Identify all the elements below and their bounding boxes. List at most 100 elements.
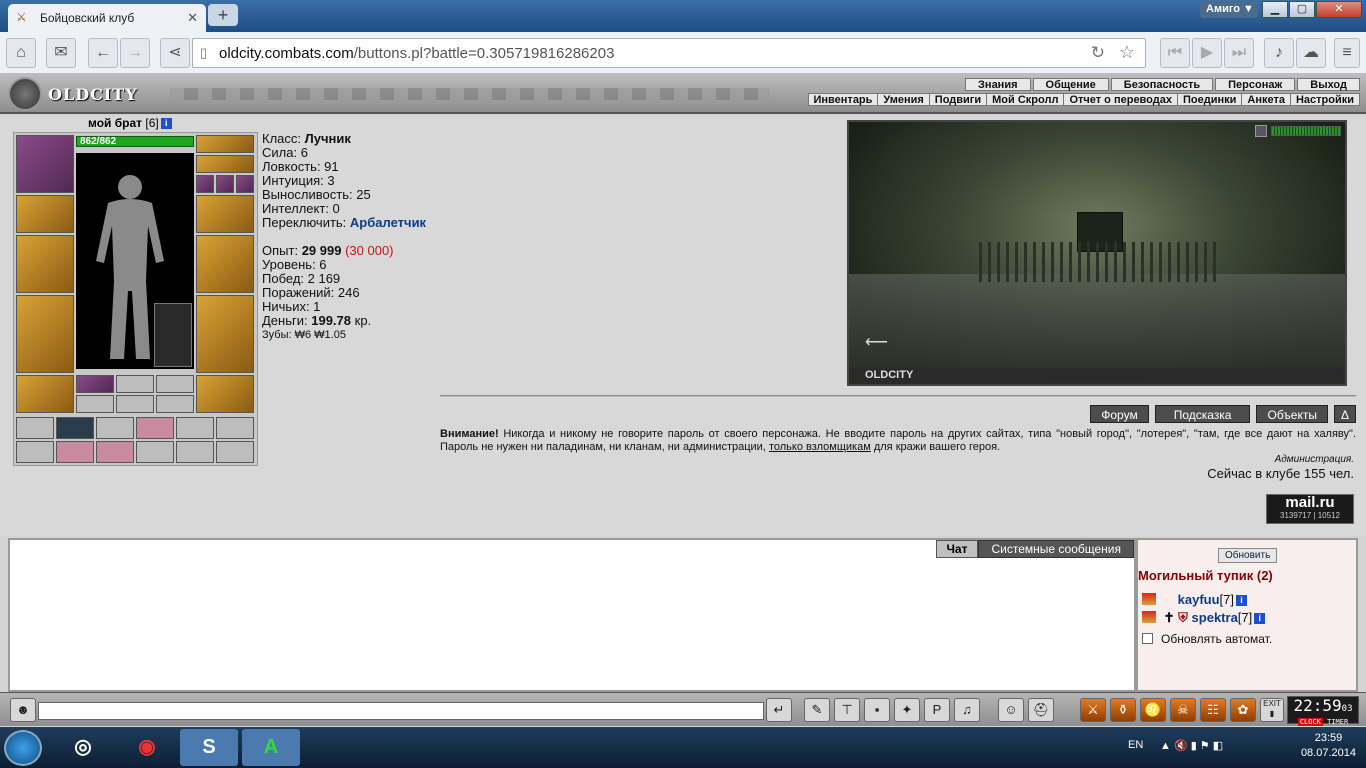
ring-slot-2[interactable] — [116, 375, 154, 393]
hackers-link[interactable]: только взломщикам — [769, 441, 871, 453]
objects-button[interactable]: Объекты — [1256, 405, 1328, 423]
home-icon[interactable]: ⌂ — [6, 38, 36, 68]
submenu-skills[interactable]: Умения — [878, 94, 930, 106]
vpn-app-icon[interactable]: ◎ — [54, 729, 112, 766]
submenu-battles[interactable]: Поединки — [1178, 94, 1243, 106]
sound-icon[interactable]: ♫ — [954, 698, 980, 722]
ring-small-2[interactable] — [216, 175, 234, 193]
scroll-slot-1[interactable] — [16, 417, 54, 439]
mail-icon[interactable]: ✉ — [46, 38, 76, 68]
mailru-counter[interactable]: mail.ru 3139717 | 10512 — [1266, 494, 1354, 524]
gloves-slot[interactable] — [196, 195, 254, 233]
hint-button[interactable]: Подсказка — [1154, 405, 1251, 423]
auto-refresh-checkbox[interactable] — [1142, 633, 1153, 644]
scroll-slot-7[interactable] — [16, 441, 54, 463]
scroll-slot-12[interactable] — [216, 441, 254, 463]
tab-system-messages[interactable]: Системные сообщения — [978, 540, 1134, 558]
address-bar[interactable]: ▯ oldcity.combats.com/buttons.pl?battle=… — [192, 38, 1146, 68]
weapon-slot[interactable] — [16, 235, 74, 293]
character-name[interactable]: мой брат [6] i — [88, 116, 172, 130]
scroll-slot-4[interactable] — [136, 417, 174, 439]
tray-icons[interactable]: ▲ 🔇 ▮ ⚑ ◧ — [1160, 739, 1223, 752]
scroll-slot-10[interactable] — [136, 441, 174, 463]
prev-track-icon[interactable]: ⏮ — [1160, 38, 1190, 68]
play-icon[interactable]: ▶ — [1192, 38, 1222, 68]
scroll-slot-9[interactable] — [96, 441, 134, 463]
potion-icon[interactable]: ⚱ — [1110, 698, 1136, 722]
save-log-icon[interactable]: ▪ — [864, 698, 890, 722]
pet-icon[interactable]: ✿ — [1230, 698, 1256, 722]
user-item[interactable]: kayfuu[7] i — [1142, 592, 1247, 607]
amigo-app-icon[interactable]: A — [242, 729, 300, 766]
user-badge[interactable]: Амиго ▼ — [1200, 1, 1258, 18]
exit-button[interactable]: EXIT ▮ — [1260, 698, 1284, 722]
music-icon[interactable]: ♪ — [1264, 38, 1294, 68]
info-icon[interactable]: i — [1236, 595, 1247, 606]
tab-chat[interactable]: Чат — [935, 540, 979, 558]
minimize-icon[interactable]: ▁ — [1262, 1, 1288, 18]
scroll-slot-11[interactable] — [176, 441, 214, 463]
forum-button[interactable]: Форум — [1090, 405, 1149, 423]
chat-bubbles-icon[interactable]: ☁ — [1296, 38, 1326, 68]
legs-slot[interactable] — [196, 295, 254, 373]
auto-refresh-option[interactable]: Обновлять автомат. — [1142, 632, 1272, 646]
rune-slot-1[interactable] — [76, 395, 114, 413]
switch-class-link[interactable]: Арбалетчик — [350, 215, 426, 230]
skype-app-icon[interactable]: S — [180, 729, 238, 766]
smiley-icon[interactable]: ☺ — [998, 698, 1024, 722]
rune-slot-3[interactable] — [156, 395, 194, 413]
rune-slot-2[interactable] — [116, 395, 154, 413]
new-tab-button[interactable]: + — [208, 4, 238, 26]
share-icon[interactable]: ⋖ — [160, 38, 190, 68]
info-icon[interactable]: i — [160, 118, 172, 129]
pet-slot[interactable] — [154, 303, 192, 367]
boots-slot[interactable] — [196, 375, 254, 413]
ring-small-3[interactable] — [236, 175, 254, 193]
fight-icon[interactable]: ⚔ — [1080, 698, 1106, 722]
location-scene[interactable]: ⟵ OLDCITY — [847, 120, 1347, 386]
tab-close-icon[interactable]: ✕ — [187, 10, 198, 26]
close-window-icon[interactable]: ✕ — [1316, 1, 1362, 18]
info-icon[interactable]: i — [1254, 613, 1266, 624]
maximize-icon[interactable]: ▢ — [1289, 1, 1315, 18]
earrings-slot[interactable] — [196, 155, 254, 173]
helmet-slot[interactable] — [16, 135, 74, 193]
belt-slot[interactable] — [16, 375, 74, 413]
scroll-slot-5[interactable] — [176, 417, 214, 439]
start-button[interactable] — [4, 730, 42, 766]
lion-icon[interactable]: ♌ — [1140, 698, 1166, 722]
submenu-profile[interactable]: Анкета — [1242, 94, 1291, 106]
scroll-slot-3[interactable] — [96, 417, 134, 439]
menu-security[interactable]: Безопасность — [1110, 78, 1214, 91]
menu-exit[interactable]: Выход — [1297, 78, 1360, 91]
reload-icon[interactable]: ↻ — [1091, 43, 1105, 63]
helmet-icon[interactable]: ⛑ — [1028, 698, 1054, 722]
chrome-app-icon[interactable]: ◉ — [118, 729, 176, 766]
user-item[interactable]: ✝ ⛨ spektra[7] i — [1142, 610, 1266, 626]
submenu-transfers[interactable]: Отчет о переводах — [1064, 94, 1178, 106]
system-clock[interactable]: 23:59 08.07.2014 — [1301, 731, 1356, 761]
action-icon[interactable]: ✦ — [894, 698, 920, 722]
submenu-inventory[interactable]: Инвентарь — [809, 94, 879, 106]
next-track-icon[interactable]: ⏭ — [1224, 38, 1254, 68]
bookmark-star-icon[interactable]: ☆ — [1119, 42, 1135, 63]
amulet-slot[interactable] — [196, 135, 254, 153]
send-icon[interactable]: ↵ — [766, 698, 792, 722]
ring-slot-3[interactable] — [156, 375, 194, 393]
scroll-slot-2[interactable] — [56, 417, 94, 439]
offhand-slot[interactable] — [196, 235, 254, 293]
arrow-left-icon[interactable]: ⟵ — [865, 332, 888, 352]
avatar[interactable] — [76, 153, 194, 369]
eraser-icon[interactable]: ✎ — [804, 698, 830, 722]
skull-icon[interactable]: ☠ — [1170, 698, 1196, 722]
armor-slot[interactable] — [16, 295, 74, 373]
bracers-slot[interactable] — [16, 195, 74, 233]
menu-character[interactable]: Персонаж — [1215, 78, 1296, 91]
translit-icon[interactable]: P — [924, 698, 950, 722]
submenu-settings[interactable]: Настройки — [1291, 94, 1359, 106]
delta-button[interactable]: Δ — [1333, 405, 1356, 423]
menu-icon[interactable]: ≡ — [1334, 38, 1360, 68]
filter-icon[interactable]: ⊤ — [834, 698, 860, 722]
refresh-button[interactable]: Обновить — [1218, 548, 1278, 563]
scroll-slot-6[interactable] — [216, 417, 254, 439]
